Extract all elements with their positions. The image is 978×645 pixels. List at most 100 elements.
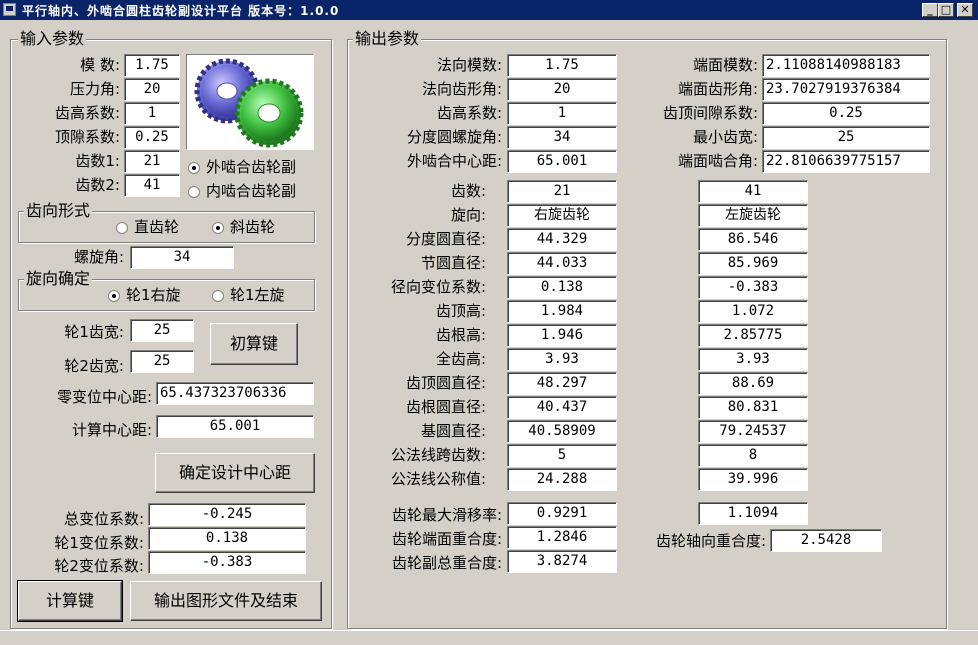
row-gear1-value: 44.033 bbox=[507, 252, 617, 275]
transverse-mesh-value: 22.8106639775157 bbox=[762, 150, 930, 173]
calc-center-label: 计算中心距: bbox=[71, 421, 152, 439]
zero-shift-center-input[interactable]: 65.437323706336 bbox=[156, 382, 314, 405]
transverse-overlap-label: 齿轮端面重合度: bbox=[391, 530, 502, 548]
maximize-button[interactable]: □ bbox=[938, 3, 954, 17]
total-shift-input[interactable]: -0.245 bbox=[148, 503, 306, 526]
status-bar bbox=[0, 630, 978, 645]
window-title: 平行轴内、外啮合圆柱齿轮副设计平台 版本号：1.0.0 bbox=[22, 4, 340, 18]
row-gear2-value: 80.831 bbox=[698, 396, 808, 419]
pressure-angle-input[interactable]: 20 bbox=[124, 78, 180, 101]
row-gear2-value: 2.85775 bbox=[698, 324, 808, 347]
transverse-overlap-value: 1.2846 bbox=[507, 526, 617, 549]
z2-label: 齿数2: bbox=[75, 176, 120, 194]
min-width-label: 最小齿宽: bbox=[692, 128, 758, 146]
helix-label: 分度圆螺旋角: bbox=[406, 128, 502, 146]
normal-pressure-value: 20 bbox=[507, 78, 617, 101]
hand-left-label[interactable]: 轮1左旋 bbox=[230, 284, 285, 306]
helical-radio[interactable] bbox=[212, 222, 224, 234]
calc-button[interactable]: 计算键 bbox=[17, 580, 123, 622]
row-label: 齿根高: bbox=[435, 326, 486, 344]
max-slide-label: 齿轮最大滑移率: bbox=[391, 506, 502, 524]
mesh-external-radio[interactable] bbox=[188, 162, 200, 174]
width2-input[interactable]: 25 bbox=[130, 350, 194, 373]
width1-input[interactable]: 25 bbox=[130, 319, 194, 342]
module-input[interactable]: 1.75 bbox=[124, 54, 180, 77]
row-gear1-value: 1.984 bbox=[507, 300, 617, 323]
export-button[interactable]: 输出图形文件及结束 bbox=[130, 581, 322, 621]
transverse-module-value: 2.11088140988183 bbox=[762, 54, 930, 77]
tip-clearance-label: 齿顶间隙系数: bbox=[662, 104, 758, 122]
row-label: 节圆直径: bbox=[420, 254, 486, 272]
row-gear2-value: 41 bbox=[698, 180, 808, 203]
row-label: 公法线公称值: bbox=[390, 470, 486, 488]
shift1-input[interactable]: 0.138 bbox=[148, 527, 306, 550]
row-gear2-value: 39.996 bbox=[698, 468, 808, 491]
input-group-title: 输入参数 bbox=[18, 29, 87, 48]
helix-angle-label: 螺旋角: bbox=[73, 248, 124, 266]
addendum-coef-input[interactable]: 1 bbox=[124, 102, 180, 125]
row-gear1-value: 44.329 bbox=[507, 228, 617, 251]
helix-angle-input[interactable]: 34 bbox=[130, 246, 234, 269]
output-group-title: 输出参数 bbox=[353, 29, 422, 48]
axial-overlap-label: 齿轮轴向重合度: bbox=[655, 532, 766, 550]
total-shift-label: 总变位系数: bbox=[63, 510, 144, 528]
row-label: 公法线跨齿数: bbox=[390, 446, 486, 464]
minimize-button[interactable]: _ bbox=[922, 3, 938, 17]
normal-pressure-label: 法向齿形角: bbox=[421, 80, 502, 98]
zero-shift-center-label: 零变位中心距: bbox=[56, 388, 152, 406]
title-bar: 平行轴内、外啮合圆柱齿轮副设计平台 版本号：1.0.0 _ □ ✕ bbox=[0, 0, 978, 20]
calc-center-input[interactable]: 65.001 bbox=[156, 415, 314, 438]
row-gear1-value: 5 bbox=[507, 444, 617, 467]
transverse-mesh-label: 端面啮合角: bbox=[677, 152, 758, 170]
hand-title: 旋向确定 bbox=[24, 269, 93, 288]
transverse-pressure-value: 23.7027919376384 bbox=[762, 78, 930, 101]
hand-left-radio[interactable] bbox=[212, 290, 224, 302]
row-gear2-value: 86.546 bbox=[698, 228, 808, 251]
row-label: 全齿高: bbox=[435, 350, 486, 368]
shift1-label: 轮1变位系数: bbox=[54, 534, 144, 552]
row-gear2-value: 85.969 bbox=[698, 252, 808, 275]
spur-label[interactable]: 直齿轮 bbox=[134, 216, 179, 238]
total-overlap-label: 齿轮副总重合度: bbox=[391, 554, 502, 572]
row-label: 基圆直径: bbox=[420, 422, 486, 440]
row-gear1-value: 48.297 bbox=[507, 372, 617, 395]
row-label: 齿顶高: bbox=[435, 302, 486, 320]
initial-calc-button[interactable]: 初算键 bbox=[210, 323, 298, 365]
row-gear1-value: 1.946 bbox=[507, 324, 617, 347]
hand-right-label[interactable]: 轮1右旋 bbox=[126, 284, 181, 306]
module-label: 模 数: bbox=[80, 56, 120, 74]
mesh-internal-label[interactable]: 内啮合齿轮副 bbox=[206, 180, 296, 202]
max-slide1-value: 0.9291 bbox=[507, 502, 617, 525]
out-center-value: 65.001 bbox=[507, 150, 617, 173]
z2-input[interactable]: 41 bbox=[124, 174, 180, 197]
close-button[interactable]: ✕ bbox=[957, 3, 973, 17]
row-gear1-value: 40.437 bbox=[507, 396, 617, 419]
total-overlap-value: 3.8274 bbox=[507, 550, 617, 573]
app-icon[interactable] bbox=[3, 3, 16, 16]
width2-label: 轮2齿宽: bbox=[64, 357, 124, 375]
out-addendum-coef-label: 齿高系数: bbox=[436, 104, 502, 122]
row-label: 径向变位系数: bbox=[390, 278, 486, 296]
close-icon: ✕ bbox=[960, 3, 970, 16]
row-gear1-value: 24.288 bbox=[507, 468, 617, 491]
row-gear1-value: 21 bbox=[507, 180, 617, 203]
gear-pair-image bbox=[186, 54, 314, 150]
hand-right-radio[interactable] bbox=[108, 290, 120, 302]
helical-label[interactable]: 斜齿轮 bbox=[230, 216, 275, 238]
row-label: 旋向: bbox=[450, 206, 486, 224]
out-center-label: 外啮合中心距: bbox=[406, 152, 502, 170]
max-slide2-value: 1.1094 bbox=[698, 502, 808, 525]
row-label: 分度圆直径: bbox=[405, 230, 486, 248]
clearance-coef-input[interactable]: 0.25 bbox=[124, 126, 180, 149]
row-gear2-value: -0.383 bbox=[698, 276, 808, 299]
mesh-external-label[interactable]: 外啮合齿轮副 bbox=[206, 156, 296, 178]
normal-module-label: 法向模数: bbox=[436, 56, 502, 74]
maximize-icon: □ bbox=[940, 3, 952, 16]
normal-module-value: 1.75 bbox=[507, 54, 617, 77]
gear-form-title: 齿向形式 bbox=[24, 201, 93, 220]
confirm-center-button[interactable]: 确定设计中心距 bbox=[155, 453, 315, 493]
spur-radio[interactable] bbox=[116, 222, 128, 234]
shift2-input[interactable]: -0.383 bbox=[148, 551, 306, 574]
mesh-internal-radio[interactable] bbox=[188, 186, 200, 198]
z1-input[interactable]: 21 bbox=[124, 150, 180, 173]
